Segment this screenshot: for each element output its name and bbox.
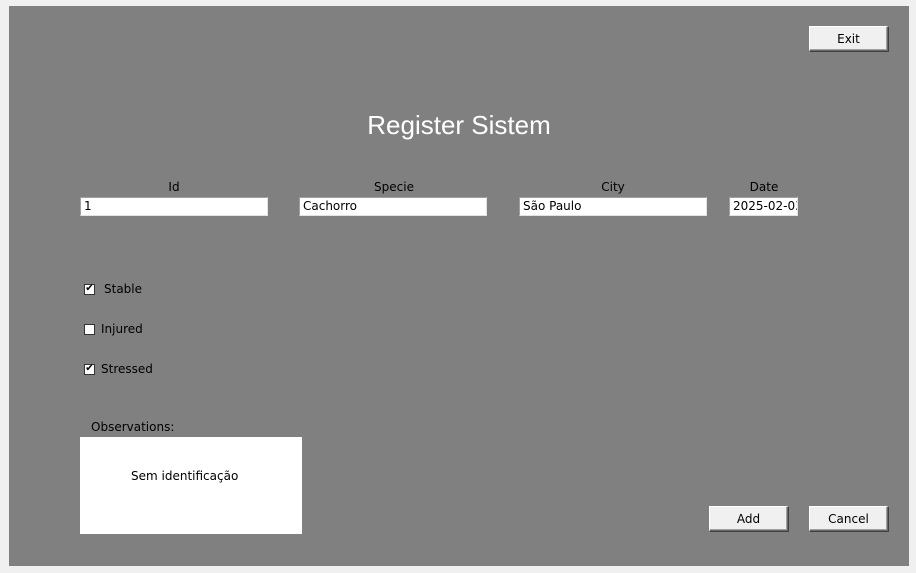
observations-text: Sem identificação <box>131 469 239 483</box>
stressed-label: Stressed <box>101 362 153 376</box>
injured-check-box[interactable] <box>84 323 95 335</box>
specie-field[interactable]: Cachorro <box>299 197 487 216</box>
city-label: City <box>601 180 625 194</box>
stable-check-box[interactable]: ✔ <box>84 283 95 295</box>
date-label: Date <box>749 180 779 194</box>
stable-label: Stable <box>104 282 143 296</box>
id-field[interactable]: 1 <box>80 197 268 216</box>
stable-checkbox[interactable]: ✔ Stable <box>84 282 142 296</box>
id-label: Id <box>168 180 180 194</box>
main-panel: Exit Register Sistem Id Specie City Date… <box>9 6 909 566</box>
stressed-check-box[interactable]: ✔ <box>84 363 95 375</box>
checkmark-icon: ✔ <box>85 363 94 374</box>
stressed-checkbox[interactable]: ✔ Stressed <box>84 362 153 376</box>
cancel-button[interactable]: Cancel <box>809 506 888 531</box>
date-field[interactable]: 2025-02-03 <box>729 197 798 216</box>
exit-button[interactable]: Exit <box>809 26 888 51</box>
city-field[interactable]: São Paulo <box>519 197 707 216</box>
checkmark-icon: ✔ <box>85 283 94 294</box>
specie-label: Specie <box>374 180 414 194</box>
injured-label: Injured <box>101 322 143 336</box>
add-button[interactable]: Add <box>709 506 788 531</box>
injured-checkbox[interactable]: Injured <box>84 322 143 336</box>
observations-textarea[interactable]: Sem identificação <box>80 437 302 534</box>
page-title: Register Sistem <box>367 110 551 140</box>
observations-label: Observations: <box>91 420 175 434</box>
